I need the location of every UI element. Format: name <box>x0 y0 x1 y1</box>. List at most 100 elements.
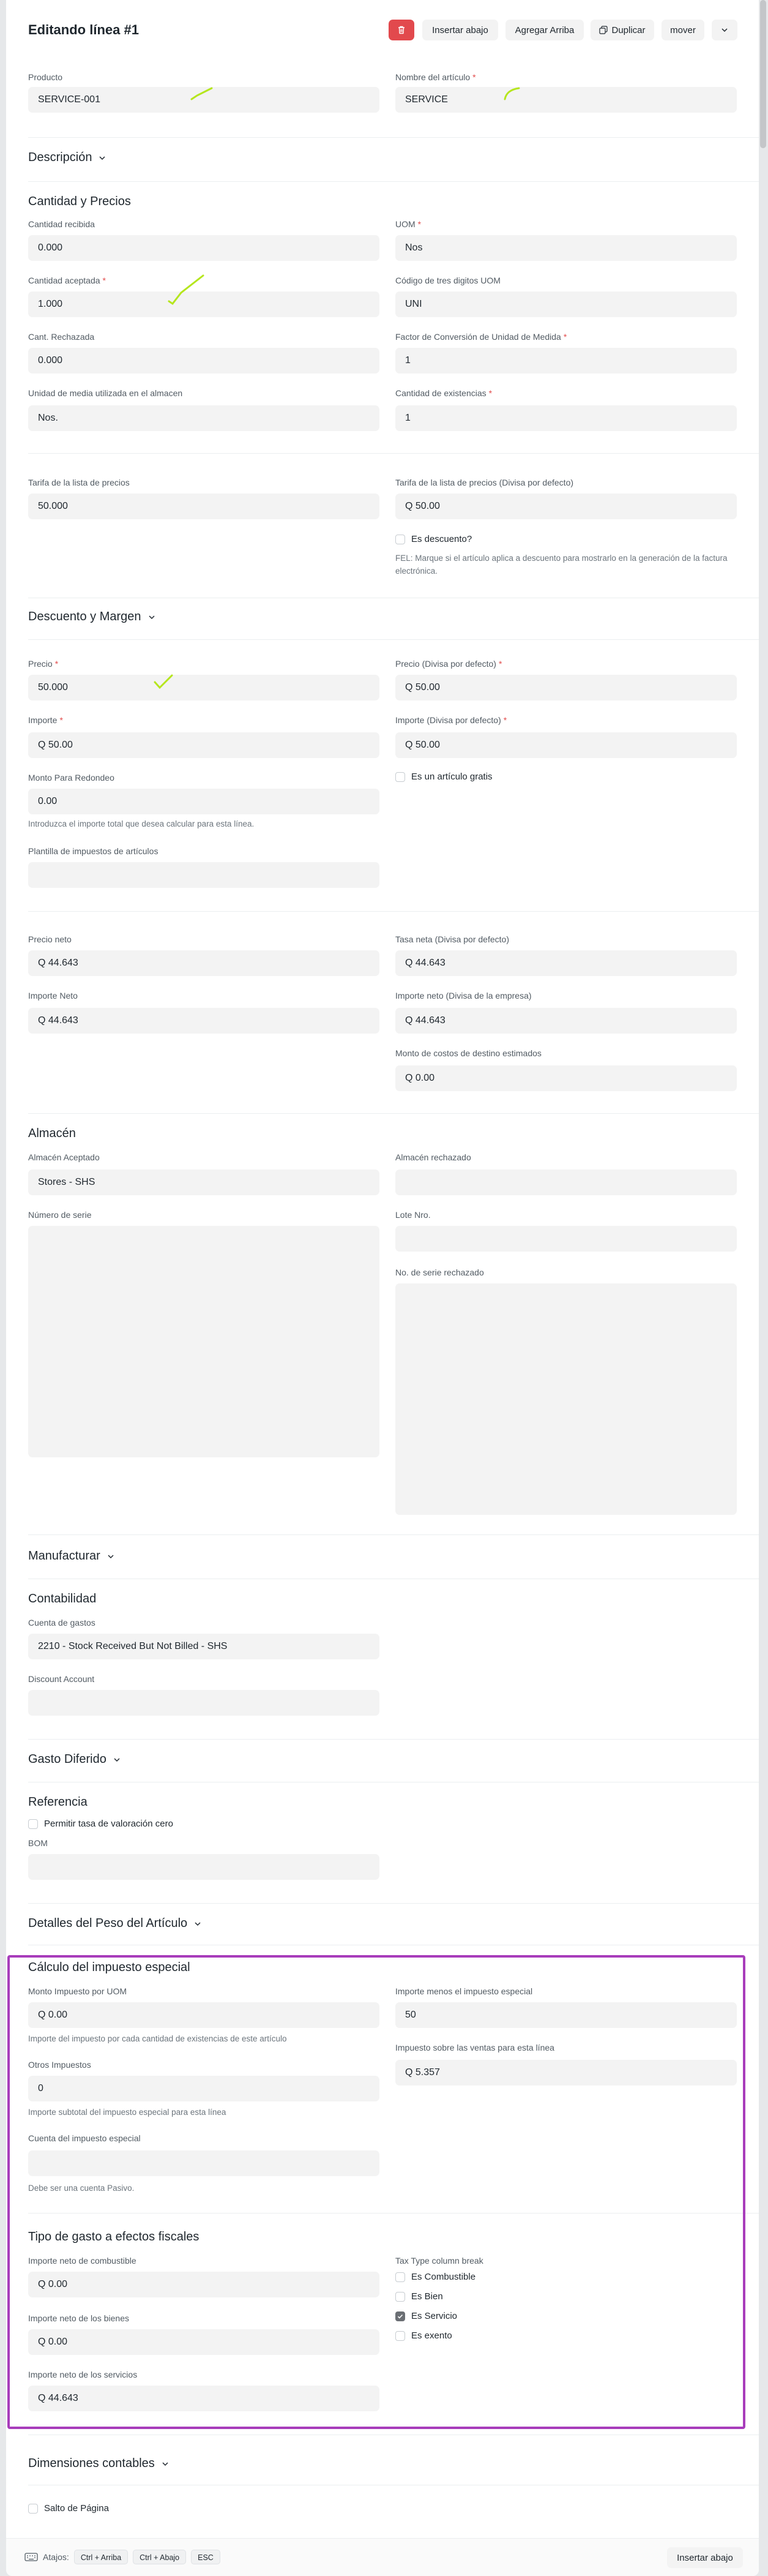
rejected-qty-field[interactable]: 0.000 <box>28 348 379 374</box>
stock-qty-field[interactable]: 1 <box>395 405 737 431</box>
expense-account-label: Cuenta de gastos <box>28 1618 95 1628</box>
footer-insert-below-button[interactable]: Insertar abajo <box>667 2547 743 2568</box>
delete-row-button[interactable] <box>389 20 414 40</box>
goods-amount-field[interactable]: Q 0.00 <box>28 2329 379 2355</box>
tax-per-uom-field[interactable]: Q 0.00 <box>28 2002 379 2028</box>
batch-no-field[interactable] <box>395 1226 737 1252</box>
net-rate-field[interactable]: Q 44.643 <box>28 950 379 976</box>
description-section-header[interactable]: Descripción <box>28 151 106 165</box>
rejected-warehouse-field[interactable] <box>395 1170 737 1195</box>
landed-cost-field[interactable]: Q 0.00 <box>395 1065 737 1091</box>
fuel-amount-label: Importe neto de combustible <box>28 2256 136 2266</box>
is-exempt-checkbox[interactable]: Es exento <box>395 2330 452 2341</box>
uom-code-label: Código de tres digitos UOM <box>395 276 501 285</box>
scrollbar[interactable] <box>760 0 766 148</box>
add-above-button[interactable]: Agregar Arriba <box>505 20 584 40</box>
expense-account-field[interactable]: 2210 - Stock Received But Not Billed - S… <box>28 1634 379 1659</box>
special-tax-title: Cálculo del impuesto especial <box>28 1961 190 1974</box>
tax-type-column-break-label: Tax Type column break <box>395 2256 483 2266</box>
price-list-rate-label: Tarifa de la lista de precios <box>28 478 130 487</box>
manufacturing-section-header[interactable]: Manufacturar <box>28 1549 115 1563</box>
rate-field[interactable]: 50.000 <box>28 675 379 700</box>
checkbox-box[interactable] <box>395 772 405 782</box>
base-price-list-rate-field[interactable]: Q 50.00 <box>395 494 737 519</box>
checkbox-box[interactable] <box>395 2291 405 2302</box>
rounding-amount-field[interactable]: 0.00 <box>28 789 379 814</box>
discount-margin-section-header[interactable]: Descuento y Margen <box>28 610 156 624</box>
copy-icon <box>599 26 608 34</box>
is-service-checkbox[interactable]: Es Servicio <box>395 2311 457 2321</box>
required-mark: * <box>498 659 502 669</box>
is-fuel-checkbox[interactable]: Es Combustible <box>395 2272 475 2282</box>
base-net-rate-field[interactable]: Q 44.643 <box>395 950 737 976</box>
bom-field[interactable] <box>28 1854 379 1880</box>
checkbox-box[interactable] <box>395 2330 405 2341</box>
item-name-field[interactable]: SERVICE <box>395 87 737 113</box>
required-mark: * <box>54 659 59 669</box>
section-title: Descuento y Margen <box>28 610 141 623</box>
base-net-amount-field[interactable]: Q 44.643 <box>395 1008 737 1034</box>
move-button[interactable]: mover <box>662 20 704 40</box>
services-amount-field[interactable]: Q 44.643 <box>28 2386 379 2411</box>
checkbox-box-checked[interactable] <box>395 2311 405 2321</box>
chevron-down-icon <box>108 1554 114 1558</box>
conversion-factor-label: Factor de Conversión de Unidad de Medida… <box>395 332 567 342</box>
received-qty-field[interactable]: 0.000 <box>28 235 379 261</box>
accounting-title: Contabilidad <box>28 1592 97 1605</box>
base-net-amount-label: Importe neto (Divisa de la empresa) <box>395 991 532 1001</box>
amount-field[interactable]: Q 50.00 <box>28 732 379 758</box>
base-amount-field[interactable]: Q 50.00 <box>395 732 737 758</box>
expense-type-title: Tipo de gasto a efectos fiscales <box>28 2230 199 2244</box>
price-list-rate-field[interactable]: 50.000 <box>28 494 379 519</box>
serial-no-textarea[interactable] <box>28 1226 379 1457</box>
base-rate-label-text: Precio (Divisa por defecto) <box>395 659 496 669</box>
duplicate-button[interactable]: Duplicar <box>591 20 654 40</box>
annotation-tick-icon <box>190 87 213 100</box>
accepted-qty-label: Cantidad aceptada * <box>28 276 106 285</box>
landed-cost-label: Monto de costos de destino estimados <box>395 1048 542 1058</box>
amount-minus-tax-field[interactable]: 50 <box>395 2002 737 2028</box>
sales-tax-field[interactable]: Q 5.357 <box>395 2060 737 2086</box>
checkbox-box[interactable] <box>28 1819 38 1829</box>
rate-label: Precio * <box>28 659 58 669</box>
checkbox-box[interactable] <box>395 534 405 544</box>
batch-no-label: Lote Nro. <box>395 1210 431 1220</box>
is-free-item-checkbox[interactable]: Es un artículo gratis <box>395 772 493 782</box>
insert-below-button[interactable]: Insertar abajo <box>422 20 498 40</box>
accepted-warehouse-field[interactable]: Stores - SHS <box>28 1170 379 1195</box>
conversion-factor-field[interactable]: 1 <box>395 348 737 374</box>
rejected-serial-textarea[interactable] <box>395 1283 737 1515</box>
collapse-row-button[interactable] <box>712 20 737 40</box>
uom-field[interactable]: Nos <box>395 235 737 261</box>
base-rate-field[interactable]: Q 50.00 <box>395 675 737 700</box>
duplicate-label: Duplicar <box>611 24 646 36</box>
deferred-section-header[interactable]: Gasto Diferido <box>28 1752 121 1767</box>
checkbox-box[interactable] <box>395 2272 405 2282</box>
other-taxes-field[interactable]: 0 <box>28 2076 379 2101</box>
is-fuel-label: Es Combustible <box>411 2272 476 2282</box>
is-good-checkbox[interactable]: Es Bien <box>395 2291 443 2302</box>
modal-title: Editando línea #1 <box>28 22 139 37</box>
section-title: Dimensiones contables <box>28 2457 155 2470</box>
section-divider <box>28 1739 759 1740</box>
net-amount-field[interactable]: Q 44.643 <box>28 1008 379 1034</box>
checkbox-box[interactable] <box>28 2503 38 2514</box>
tax-account-field[interactable] <box>28 2150 379 2176</box>
page-break-checkbox[interactable]: Salto de Página <box>28 2503 109 2514</box>
tax-template-field[interactable] <box>28 862 379 888</box>
tax-account-help: Debe ser una cuenta Pasivo. <box>28 2184 135 2193</box>
tax-per-uom-help: Importe del impuesto por cada cantidad d… <box>28 2034 287 2043</box>
section-divider <box>28 1113 759 1114</box>
allow-zero-valuation-checkbox[interactable]: Permitir tasa de valoración cero <box>28 1819 173 1829</box>
shortcut-ctrl-up: Ctrl + Arriba <box>73 2550 129 2564</box>
is-discount-checkbox[interactable]: Es descuento? <box>395 534 472 544</box>
stock-qty-label-text: Cantidad de existencias <box>395 388 487 398</box>
dimensions-section-header[interactable]: Dimensiones contables <box>28 2457 170 2471</box>
section-divider <box>28 453 759 454</box>
fuel-amount-field[interactable]: Q 0.00 <box>28 2272 379 2297</box>
discount-account-field[interactable] <box>28 1690 379 1716</box>
shortcut-ctrl-down: Ctrl + Abajo <box>133 2550 187 2564</box>
uom-code-field[interactable]: UNI <box>395 291 737 317</box>
stock-uom-field[interactable]: Nos. <box>28 405 379 431</box>
weight-section-header[interactable]: Detalles del Peso del Artículo <box>28 1917 202 1931</box>
